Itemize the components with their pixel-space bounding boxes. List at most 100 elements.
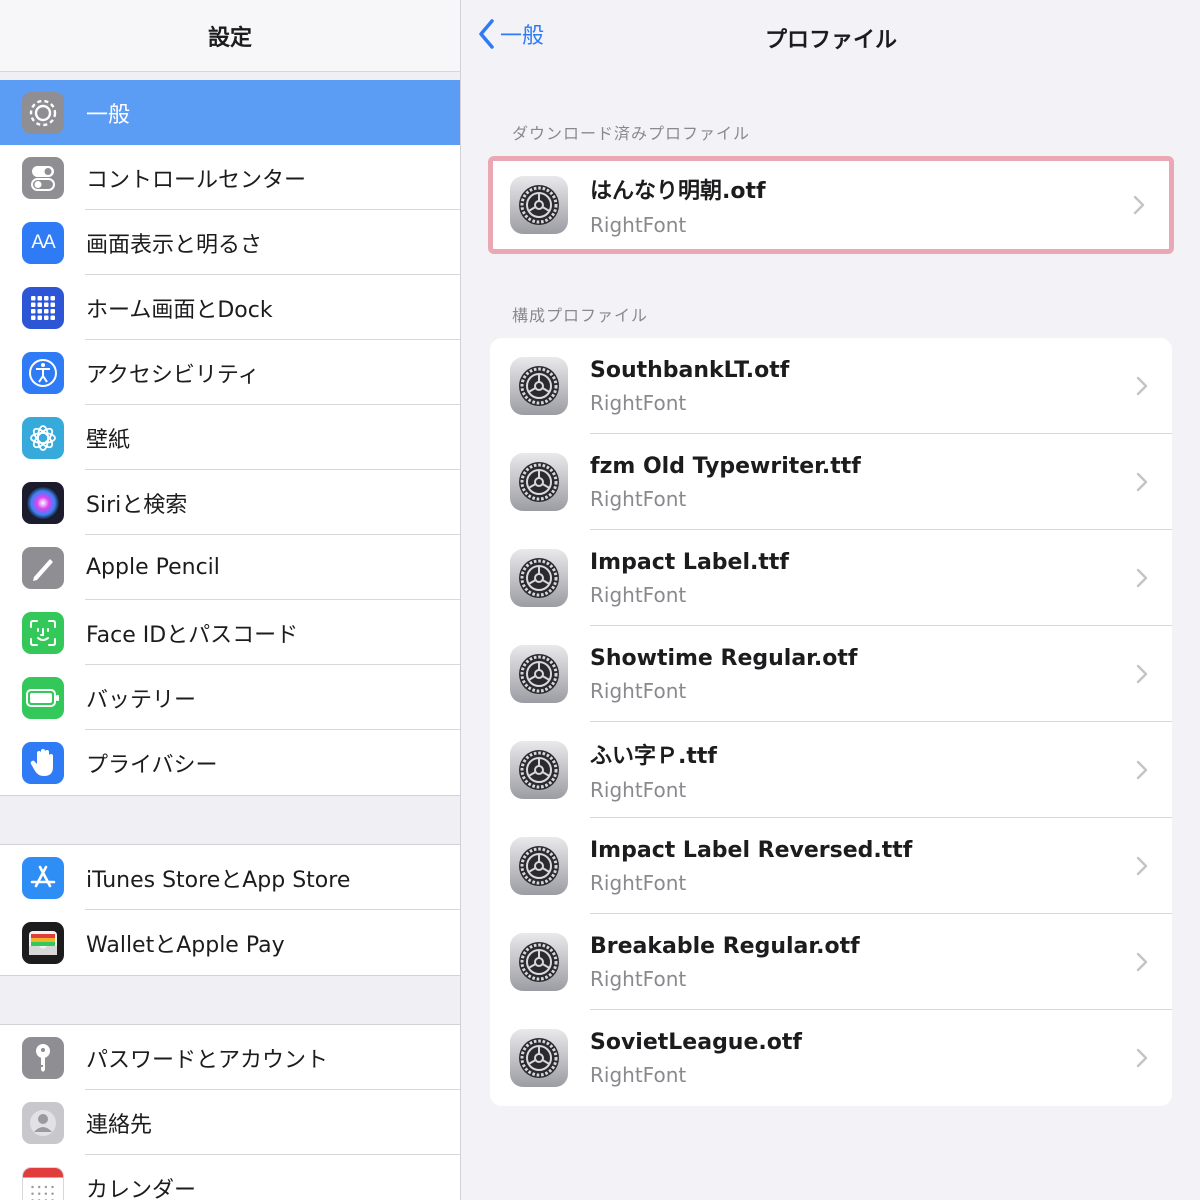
settings-gear-icon bbox=[510, 549, 568, 607]
profile-name: ふい字Ｐ.ttf bbox=[590, 744, 717, 769]
sidebar-item-gear[interactable]: 一般 bbox=[0, 80, 460, 145]
profile-name: Breakable Regular.otf bbox=[590, 933, 860, 959]
settings-group: iTunes StoreとApp Store WalletとApple Pay bbox=[0, 845, 460, 975]
profile-text: ふい字Ｐ.ttf RightFont bbox=[590, 738, 717, 802]
profile-text: SouthbankLT.otf RightFont bbox=[590, 358, 789, 415]
section-spacer bbox=[0, 975, 460, 1025]
profile-source: RightFont bbox=[590, 582, 687, 607]
sidebar-item-toggles[interactable]: コントロールセンター bbox=[0, 145, 460, 210]
settings-gear-icon bbox=[510, 1029, 568, 1087]
configuration-profiles-list: SouthbankLT.otf RightFont fzm Old Typewrit… bbox=[490, 338, 1172, 1106]
settings-gear-icon bbox=[510, 741, 568, 799]
profile-source: RightFont bbox=[590, 678, 687, 703]
sidebar-item-app-grid[interactable]: ホーム画面とDock bbox=[0, 275, 460, 340]
configuration-profile-row[interactable]: fzm Old Typewriter.ttf RightFont bbox=[490, 434, 1172, 530]
chevron-right-icon bbox=[1136, 568, 1148, 592]
profile-name: Impact Label Reversed.ttf bbox=[590, 837, 913, 863]
sidebar-item-label: 壁紙 bbox=[86, 427, 131, 453]
sidebar-item-label: 一般 bbox=[86, 102, 131, 128]
settings-gear-icon bbox=[510, 933, 568, 991]
profile-source: RightFont bbox=[590, 213, 687, 237]
configuration-profile-row[interactable]: SovietLeague.otf RightFont bbox=[490, 1010, 1172, 1106]
sidebar-item-label: Apple Pencil bbox=[86, 555, 220, 580]
chevron-left-icon bbox=[479, 19, 494, 49]
page-title: プロファイル bbox=[764, 28, 897, 53]
settings-group: パスワードとアカウント連絡先カレンダー bbox=[0, 1025, 460, 1200]
sidebar-item-label: 画面表示と明るさ bbox=[86, 232, 263, 258]
sidebar-item-label: WalletとApple Pay bbox=[86, 932, 285, 958]
sidebar-item-calendar[interactable]: カレンダー bbox=[0, 1155, 460, 1200]
text-size-icon: AA bbox=[22, 221, 64, 264]
chevron-right-icon bbox=[1133, 195, 1145, 219]
profile-text: SovietLeague.otf RightFont bbox=[590, 1030, 802, 1087]
sidebar-item-label: プライバシー bbox=[86, 752, 218, 778]
profile-text: はんなり明朝.otf RightFont bbox=[590, 173, 766, 237]
hand-icon bbox=[22, 741, 64, 784]
profile-source: RightFont bbox=[590, 1062, 687, 1087]
profile-source: RightFont bbox=[590, 778, 687, 802]
face-id-icon bbox=[22, 611, 64, 654]
downloaded-profile-row[interactable]: はんなり明朝.otf RightFont bbox=[493, 161, 1169, 249]
sidebar-item-siri[interactable]: Siriと検索 bbox=[0, 470, 460, 535]
settings-gear-icon bbox=[510, 837, 568, 895]
sidebar-item-label: バッテリー bbox=[86, 687, 197, 713]
sidebar-item-flower[interactable]: 壁紙 bbox=[0, 405, 460, 470]
toggles-icon bbox=[22, 156, 64, 199]
sidebar-item-pencil[interactable]: Apple Pencil bbox=[0, 535, 460, 600]
profile-name: fzm Old Typewriter.ttf bbox=[590, 453, 861, 479]
navigation-bar: 一般 プロファイル bbox=[462, 0, 1200, 72]
sidebar-item-battery[interactable]: バッテリー bbox=[0, 665, 460, 730]
gear-icon bbox=[22, 91, 64, 134]
settings-gear-icon bbox=[510, 176, 568, 234]
siri-icon bbox=[22, 481, 64, 524]
sidebar-item-label: パスワードとアカウント bbox=[86, 1047, 329, 1073]
configuration-profile-row[interactable]: SouthbankLT.otf RightFont bbox=[490, 338, 1172, 434]
chevron-right-icon bbox=[1136, 664, 1148, 688]
downloaded-profiles-header: ダウンロード済みプロファイル bbox=[512, 124, 751, 143]
sidebar-item-key[interactable]: パスワードとアカウント bbox=[0, 1025, 460, 1090]
settings-gear-icon bbox=[510, 645, 568, 703]
key-icon bbox=[22, 1036, 64, 1079]
app-store-icon bbox=[22, 856, 64, 899]
chevron-right-icon bbox=[1136, 760, 1148, 784]
sidebar-item-label: iTunes StoreとApp Store bbox=[86, 867, 351, 893]
sidebar-item-label: ホーム画面とDock bbox=[86, 297, 273, 323]
pencil-icon bbox=[22, 546, 64, 589]
sidebar-item-wallet[interactable]: WalletとApple Pay bbox=[0, 910, 460, 975]
sidebar-item-app-store[interactable]: iTunes StoreとApp Store bbox=[0, 845, 460, 910]
configuration-profile-row[interactable]: Showtime Regular.otf RightFont bbox=[490, 626, 1172, 722]
profile-text: Showtime Regular.otf RightFont bbox=[590, 646, 857, 703]
configuration-profile-row[interactable]: Impact Label.ttf RightFont bbox=[490, 530, 1172, 626]
configuration-profile-row[interactable]: ふい字Ｐ.ttf RightFont bbox=[490, 722, 1172, 818]
downloaded-profiles-list: はんなり明朝.otf RightFont bbox=[488, 156, 1174, 254]
settings-gear-icon bbox=[510, 453, 568, 511]
battery-icon bbox=[22, 676, 64, 719]
chevron-right-icon bbox=[1136, 856, 1148, 880]
settings-app: 設定 一般 コントロールセンター AA 画面表示と明るさ ホーム画面とDock アクセシビ… bbox=[0, 0, 1200, 1200]
chevron-right-icon bbox=[1136, 376, 1148, 400]
settings-sidebar: 設定 一般 コントロールセンター AA 画面表示と明るさ ホーム画面とDock アクセシビ… bbox=[0, 0, 461, 1200]
profile-name: Showtime Regular.otf bbox=[590, 645, 858, 671]
sidebar-item-label: アクセシビリティ bbox=[86, 362, 260, 388]
profile-text: Impact Label.ttf RightFont bbox=[590, 550, 789, 607]
sidebar-item-text-size[interactable]: AA 画面表示と明るさ bbox=[0, 210, 460, 275]
contacts-icon bbox=[22, 1101, 64, 1144]
configuration-profile-row[interactable]: Breakable Regular.otf RightFont bbox=[490, 914, 1172, 1010]
sidebar-item-accessibility[interactable]: アクセシビリティ bbox=[0, 340, 460, 405]
sidebar-item-face-id[interactable]: Face IDとパスコード bbox=[0, 600, 460, 665]
configuration-profile-row[interactable]: Impact Label Reversed.ttf RightFont bbox=[490, 818, 1172, 914]
sidebar-item-hand[interactable]: プライバシー bbox=[0, 730, 460, 795]
chevron-right-icon bbox=[1136, 1048, 1148, 1072]
sidebar-item-contacts[interactable]: 連絡先 bbox=[0, 1090, 460, 1155]
configuration-profiles-header: 構成プロファイル bbox=[512, 306, 649, 325]
chevron-right-icon bbox=[1136, 952, 1148, 976]
profile-name: Impact Label.ttf bbox=[590, 549, 789, 575]
back-button[interactable]: 一般 bbox=[478, 18, 544, 50]
sidebar-item-label: カレンダー bbox=[86, 1177, 197, 1200]
settings-group: 一般コントロールセンター AA 画面表示と明るさ ホーム画面とDock アクセシビリティ… bbox=[0, 80, 460, 795]
profile-name: SouthbankLT.otf bbox=[590, 357, 790, 383]
chevron-right-icon bbox=[1136, 472, 1148, 496]
calendar-icon bbox=[22, 1166, 64, 1200]
sidebar-item-label: Face IDとパスコード bbox=[86, 622, 299, 648]
